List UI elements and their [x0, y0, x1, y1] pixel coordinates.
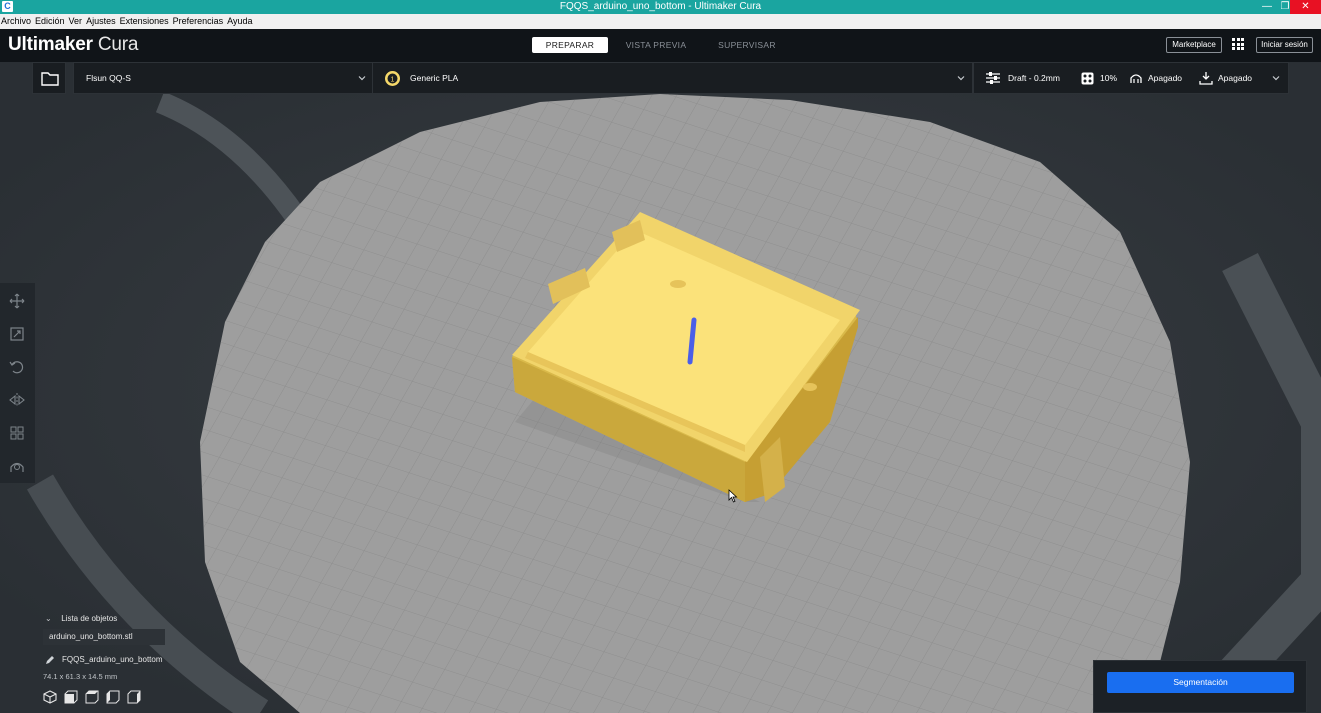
slice-button[interactable]: Segmentación: [1107, 672, 1294, 693]
printer-selector[interactable]: Flsun QQ-S: [73, 62, 373, 94]
settings-sliders-icon: [986, 72, 1000, 84]
support-label: Apagado: [1148, 73, 1183, 83]
infill-label: 10%: [1100, 73, 1118, 83]
adhesion-label: Apagado: [1218, 73, 1253, 83]
minimize-button[interactable]: —: [1258, 0, 1276, 14]
material-name: Generic PLA: [410, 73, 459, 83]
ultimaker-cura-logo: Ultimaker Cura: [8, 34, 139, 55]
svg-text:1: 1: [391, 77, 395, 84]
chevron-down-icon: [957, 76, 965, 81]
folder-icon: [41, 72, 59, 86]
app-header: Ultimaker Cura PREPARAR VISTA PREVIA SUP…: [0, 29, 1321, 62]
chevron-down-icon: ⌄: [45, 614, 52, 623]
slice-panel: Segmentación: [1093, 660, 1307, 713]
chevron-down-icon: [1272, 76, 1280, 81]
extruder-icon: 1: [385, 71, 400, 86]
support-blocker-icon[interactable]: [9, 458, 25, 474]
move-tool-icon[interactable]: [9, 293, 25, 309]
tab-monitor[interactable]: SUPERVISAR: [705, 37, 789, 53]
front-view-icon[interactable]: [64, 690, 78, 704]
model-dimensions: 74.1 x 61.3 x 14.5 mm: [43, 672, 118, 681]
marketplace-button[interactable]: Marketplace: [1166, 37, 1222, 53]
right-view-icon[interactable]: [127, 690, 141, 704]
3d-view-icon[interactable]: [43, 690, 57, 704]
object-list-toggle[interactable]: ⌄ Lista de objetos: [45, 614, 117, 623]
apps-grid-icon[interactable]: [1232, 38, 1244, 50]
job-name[interactable]: FQQS_arduino_uno_bottom: [62, 655, 163, 664]
mouse-cursor-icon: [728, 489, 738, 503]
cura-app-icon: C: [2, 1, 13, 12]
chevron-down-icon: [358, 76, 366, 81]
object-list-item[interactable]: arduino_uno_bottom.stl: [43, 629, 165, 645]
window-title: FQQS_arduino_uno_bottom - Ultimaker Cura: [559, 1, 762, 12]
menu-bar: Archivo Edición Ver Ajustes Extensiones Prefe…: [0, 14, 1321, 29]
pencil-icon[interactable]: [45, 655, 55, 665]
top-view-icon[interactable]: [85, 690, 99, 704]
per-model-settings-icon[interactable]: [9, 425, 25, 441]
menu-extensiones[interactable]: Extensiones: [118, 14, 171, 29]
menu-ver[interactable]: Ver: [67, 14, 85, 29]
scale-tool-icon[interactable]: [9, 326, 25, 342]
menu-edicion[interactable]: Edición: [33, 14, 67, 29]
menu-ajustes[interactable]: Ajustes: [84, 14, 118, 29]
model-standoff: [670, 280, 686, 288]
window-title-bar: C FQQS_arduino_uno_bottom - Ultimaker Cu…: [0, 0, 1321, 14]
infill-icon: [1081, 72, 1094, 85]
adhesion-icon: [1199, 72, 1213, 85]
tab-prepare[interactable]: PREPARAR: [532, 37, 608, 53]
menu-ayuda[interactable]: Ayuda: [225, 14, 254, 29]
signin-button[interactable]: Iniciar sesión: [1256, 37, 1313, 53]
model-standoff: [803, 383, 817, 391]
tool-panel: [0, 283, 35, 483]
open-file-button[interactable]: [32, 62, 66, 94]
object-list-title: Lista de objetos: [61, 614, 118, 623]
close-button[interactable]: ✕: [1290, 0, 1321, 14]
profile-label: Draft - 0.2mm: [1008, 73, 1060, 83]
menu-archivo[interactable]: Archivo: [0, 14, 33, 29]
mirror-tool-icon[interactable]: [9, 392, 25, 408]
object-list-panel: ⌄ Lista de objetos arduino_uno_bottom.st…: [40, 612, 230, 712]
printer-name: Flsun QQ-S: [86, 73, 131, 83]
tab-preview[interactable]: VISTA PREVIA: [614, 37, 698, 53]
material-selector[interactable]: 1 Generic PLA: [373, 62, 973, 94]
rotate-tool-icon[interactable]: [9, 359, 25, 375]
support-icon: [1130, 74, 1142, 83]
left-view-icon[interactable]: [106, 690, 120, 704]
print-settings-selector[interactable]: Draft - 0.2mm 10% Apagado Apagado: [973, 62, 1289, 94]
menu-preferencias[interactable]: Preferencias: [171, 14, 226, 29]
